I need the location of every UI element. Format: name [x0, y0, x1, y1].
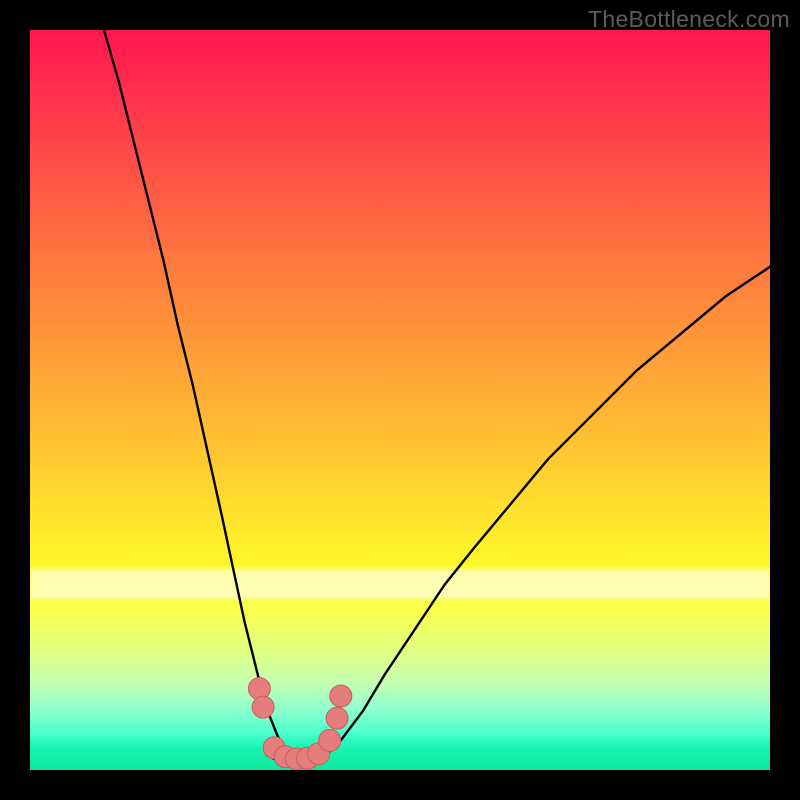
chart-container: TheBottleneck.com	[0, 0, 800, 800]
plot-area	[30, 30, 770, 770]
curve-right-branch	[311, 267, 770, 763]
bottleneck-curve	[104, 30, 770, 764]
marker-point	[330, 685, 352, 707]
marker-point	[319, 729, 341, 751]
marker-point	[326, 707, 348, 729]
marker-point	[252, 696, 274, 718]
curve-left-branch	[104, 30, 311, 763]
curve-layer	[30, 30, 770, 770]
watermark: TheBottleneck.com	[588, 6, 790, 33]
highlight-markers	[248, 678, 351, 770]
